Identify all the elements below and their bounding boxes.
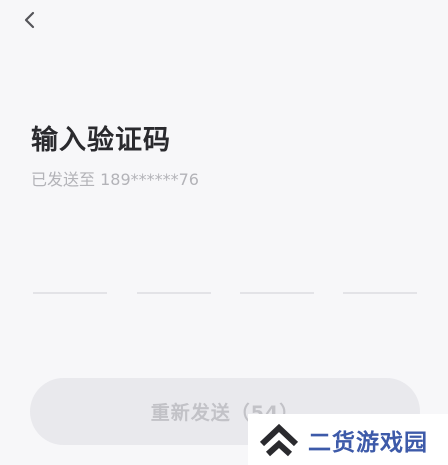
code-digit-1[interactable] bbox=[33, 292, 107, 294]
watermark: 二货游戏园 bbox=[248, 414, 448, 465]
code-digit-2[interactable] bbox=[137, 292, 211, 294]
code-digit-3[interactable] bbox=[240, 292, 314, 294]
double-chevron-up-icon bbox=[259, 423, 299, 456]
back-button[interactable] bbox=[18, 8, 42, 32]
page-title: 输入验证码 bbox=[31, 125, 171, 156]
chevron-left-icon bbox=[24, 11, 35, 29]
sent-to-phone-text: 已发送至 189******76 bbox=[31, 170, 199, 189]
watermark-text: 二货游戏园 bbox=[308, 429, 428, 456]
code-digit-4[interactable] bbox=[343, 292, 417, 294]
